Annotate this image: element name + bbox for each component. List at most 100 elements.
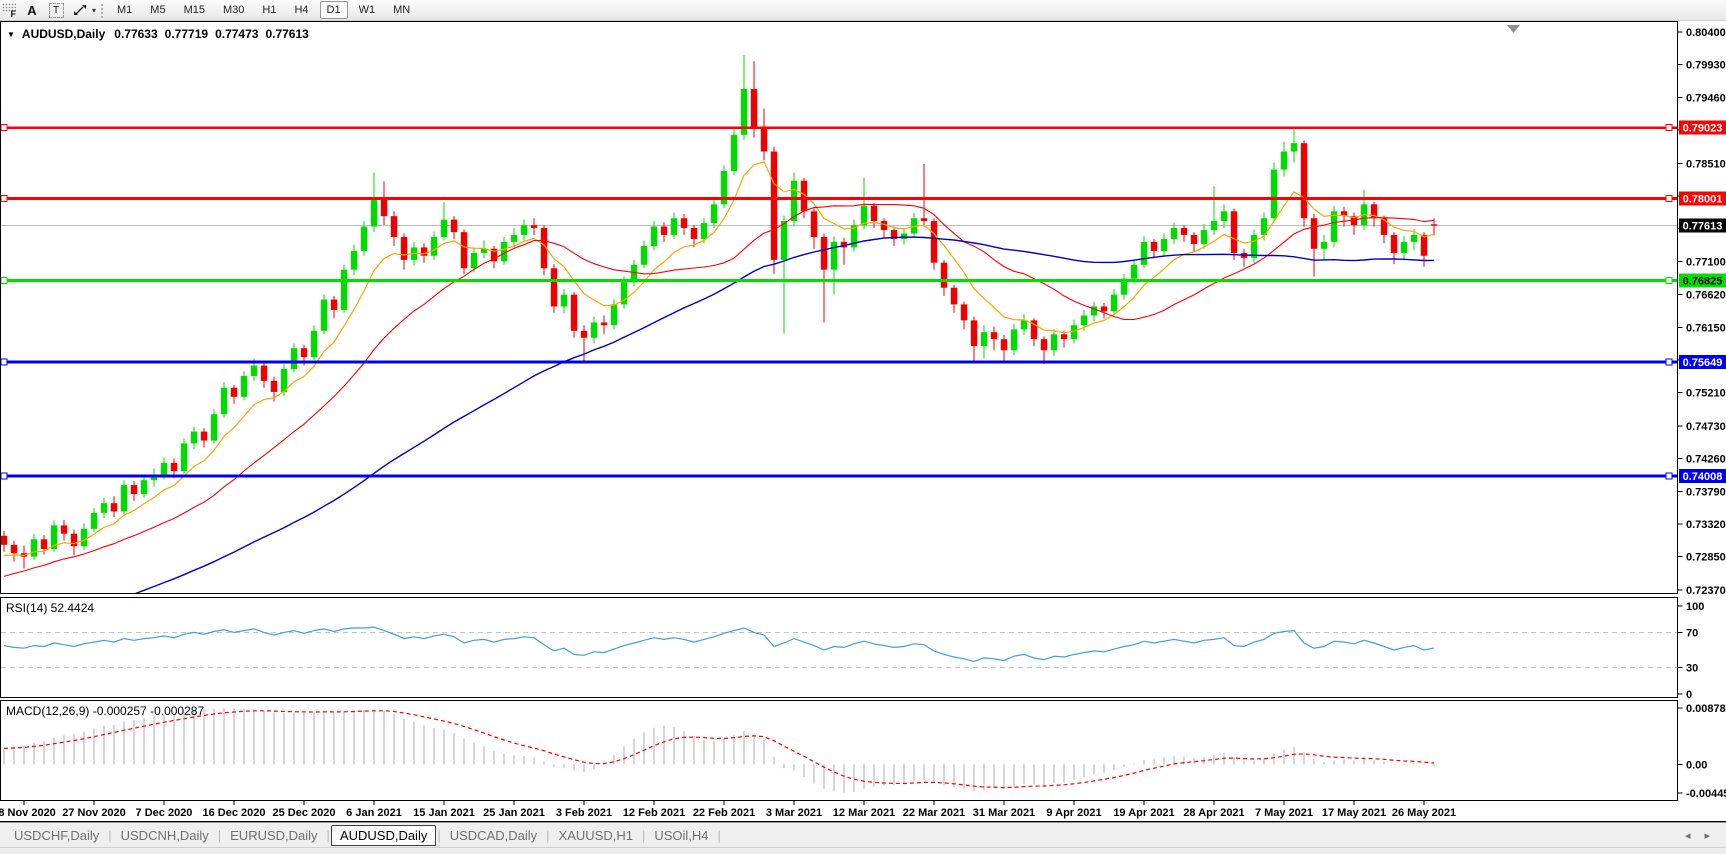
rsi-tick-label: 0	[1686, 689, 1692, 701]
svg-text:0.77613: 0.77613	[1683, 221, 1723, 233]
tab-xauusd-h1[interactable]: XAUUSD,H1	[551, 826, 641, 845]
svg-text:0.79023: 0.79023	[1683, 123, 1723, 135]
price-tick-label: 0.72370	[1686, 585, 1726, 597]
price-tick-label: 0.74260	[1686, 454, 1726, 466]
date-tick-label: 26 May 2021	[1392, 807, 1456, 819]
ohlc-close: 0.77613	[265, 27, 308, 41]
text-tool-letter: T	[49, 3, 64, 18]
date-tick-label: 25 Dec 2020	[273, 807, 336, 819]
tab-separator: |	[218, 828, 221, 843]
tab-separator: |	[718, 828, 721, 843]
tab-eurusd-daily[interactable]: EURUSD,Daily	[222, 826, 325, 845]
price-tick-label: 0.75210	[1686, 388, 1726, 400]
timeframe-button-m30[interactable]: M30	[216, 1, 251, 19]
double-arrow-icon	[73, 3, 87, 17]
chart-area[interactable]: 0.804000.799300.794600.789900.785100.780…	[0, 21, 1726, 822]
tab-separator: |	[437, 828, 440, 843]
date-tick-label: 31 Mar 2021	[973, 807, 1035, 819]
main-chart-panel[interactable]	[1, 22, 1678, 594]
tab-separator: |	[642, 828, 645, 843]
top-toolbar: F A T ▾ M1M5 M15M30H1H4 D1W1MN	[0, 0, 1726, 21]
tab-usdcad-daily[interactable]: USDCAD,Daily	[442, 826, 545, 845]
date-tick-label: 18 Nov 2020	[0, 807, 56, 819]
tab-scroll-arrows: ◂ ▸	[1685, 829, 1710, 842]
current-price-badge: 0.77613	[1679, 219, 1726, 233]
tab-scroll-right-icon[interactable]: ▸	[1704, 829, 1710, 842]
macd-tick-label: 0.00	[1686, 759, 1707, 771]
price-tick-label: 0.78510	[1686, 158, 1726, 170]
date-tick-label: 12 Mar 2021	[833, 807, 895, 819]
svg-text:0.75649: 0.75649	[1683, 357, 1723, 369]
date-tick-label: 22 Mar 2021	[903, 807, 965, 819]
macd-axis-ticks: 0.008782 0.00 -0.004451	[1678, 703, 1726, 800]
tab-usoil-h4[interactable]: USOil,H4	[646, 826, 716, 845]
tab-row: USDCHF,Daily|USDCNH,Daily|EURUSD,Daily|A…	[6, 825, 722, 846]
timeframe-button-mn[interactable]: MN	[386, 1, 417, 19]
tab-separator: |	[327, 828, 330, 843]
price-badge-074008: 0.74008	[1679, 469, 1726, 483]
date-tick-label: 15 Jan 2021	[413, 807, 475, 819]
price-tick-label: 0.79460	[1686, 92, 1726, 104]
date-tick-label: 7 May 2021	[1255, 807, 1313, 819]
svg-text:0.78001: 0.78001	[1683, 194, 1723, 206]
date-tick-label: 28 Apr 2021	[1183, 807, 1244, 819]
rsi-tick-label: 30	[1686, 663, 1698, 675]
date-tick-label: 9 Apr 2021	[1046, 807, 1101, 819]
timeframe-button-m1[interactable]: M1	[110, 1, 139, 19]
price-badge-078001: 0.78001	[1679, 192, 1726, 206]
date-tick-label: 12 Feb 2021	[623, 807, 685, 819]
macd-panel[interactable]	[1, 701, 1678, 801]
price-badge-075649: 0.75649	[1679, 355, 1726, 369]
price-tick-label: 0.76620	[1686, 290, 1726, 302]
date-tick-label: 16 Dec 2020	[203, 807, 266, 819]
macd-indicator-label: MACD(12,26,9) -0.000257 -0.000287	[6, 704, 204, 718]
price-badge-076825: 0.76825	[1679, 273, 1726, 287]
price-tick-label: 0.76150	[1686, 322, 1726, 334]
status-bar	[0, 847, 1726, 854]
price-axis-ticks: 0.804000.799300.794600.789900.785100.780…	[1678, 27, 1726, 597]
tab-scroll-left-icon[interactable]: ◂	[1685, 829, 1691, 842]
date-tick-label: 3 Feb 2021	[556, 807, 612, 819]
date-tick-label: 3 Mar 2021	[766, 807, 822, 819]
macd-tick-label: -0.004451	[1686, 788, 1726, 800]
price-chart-svg[interactable]: 0.804000.799300.794600.789900.785100.780…	[0, 21, 1726, 822]
date-tick-label: 22 Feb 2021	[693, 807, 755, 819]
rsi-axis-ticks: 100 70 30 0	[1678, 601, 1705, 701]
price-badge-079023: 0.79023	[1679, 121, 1726, 135]
date-tick-label: 17 May 2021	[1322, 807, 1386, 819]
date-axis[interactable]: 18 Nov 202027 Nov 20207 Dec 202016 Dec 2…	[0, 801, 1456, 820]
timeframe-button-d1[interactable]: D1	[320, 1, 348, 19]
svg-text:0.74008: 0.74008	[1683, 471, 1723, 483]
ohlc-high: 0.77719	[165, 27, 208, 41]
rsi-tick-label: 100	[1686, 601, 1704, 613]
timeframe-button-w1[interactable]: W1	[352, 1, 383, 19]
grid-f-letter: F	[11, 9, 17, 19]
price-tick-label: 0.74730	[1686, 421, 1726, 433]
letter-a-tool-icon[interactable]: A	[22, 1, 42, 19]
price-tick-label: 0.77100	[1686, 256, 1726, 268]
date-tick-label: 6 Jan 2021	[346, 807, 402, 819]
timeframe-button-m15[interactable]: M15	[177, 1, 212, 19]
grid-f-icon[interactable]: F	[2, 2, 18, 18]
tab-usdcnh-daily[interactable]: USDCNH,Daily	[113, 826, 217, 845]
ohlc-open: 0.77633	[114, 27, 157, 41]
timeframe-button-h1[interactable]: H1	[255, 1, 283, 19]
tab-separator: |	[108, 828, 111, 843]
price-tick-label: 0.73790	[1686, 486, 1726, 498]
tab-usdchf-daily[interactable]: USDCHF,Daily	[6, 826, 107, 845]
text-tool-icon[interactable]: T	[46, 1, 66, 19]
svg-text:0.76825: 0.76825	[1683, 275, 1723, 287]
chart-tab-bar: USDCHF,Daily|USDCNH,Daily|EURUSD,Daily|A…	[0, 822, 1726, 847]
date-tick-label: 19 Apr 2021	[1113, 807, 1174, 819]
toolbar-drag-handle[interactable]	[100, 3, 105, 18]
cursor-arrows-icon[interactable]	[70, 1, 90, 19]
price-tick-label: 0.73320	[1686, 519, 1726, 531]
macd-tick-label: 0.008782	[1686, 703, 1726, 715]
collapse-triangle-icon[interactable]: ▼	[7, 30, 15, 39]
dropdown-arrow-icon[interactable]: ▾	[92, 6, 96, 15]
rsi-tick-label: 70	[1686, 627, 1698, 639]
timeframe-button-m5[interactable]: M5	[143, 1, 172, 19]
chart-title: ▼ AUDUSD,Daily 0.77633 0.77719 0.77473 0…	[7, 27, 309, 41]
tab-audusd-daily[interactable]: AUDUSD,Daily	[331, 825, 436, 846]
timeframe-button-h4[interactable]: H4	[287, 1, 315, 19]
